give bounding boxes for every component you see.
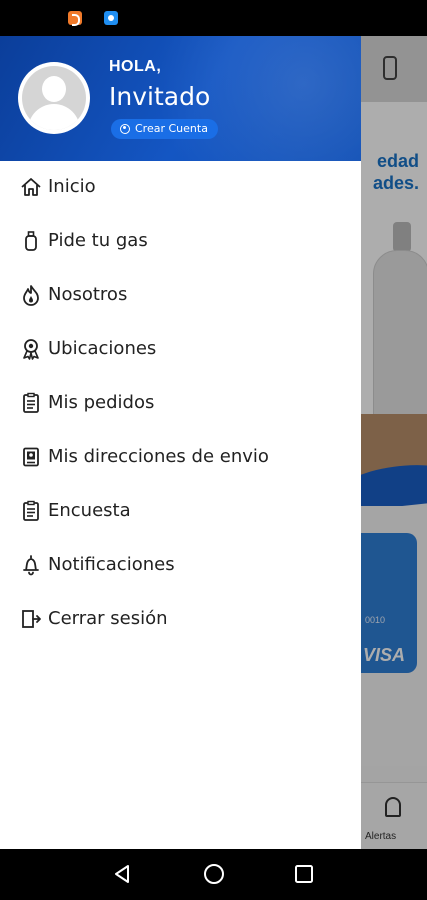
drawer-scrim[interactable]	[361, 36, 427, 849]
menu-item-label: Pide tu gas	[48, 230, 148, 251]
menu-item-label: Mis direcciones de envio	[48, 446, 269, 467]
bell-icon	[20, 554, 42, 576]
status-bar	[0, 0, 427, 36]
menu-item-cerrar-sesion[interactable]: Cerrar sesión	[0, 596, 361, 642]
create-account-label: Crear Cuenta	[135, 122, 208, 135]
location-badge-icon	[20, 338, 42, 360]
menu-item-nosotros[interactable]: Nosotros	[0, 272, 361, 318]
menu-item-label: Ubicaciones	[48, 338, 157, 359]
app-notification-icon	[68, 11, 82, 26]
navigation-drawer: HOLA, Invitado Crear Cuenta Inicio Pide …	[0, 36, 361, 849]
avatar[interactable]	[18, 62, 90, 134]
gas-cylinder-icon	[20, 230, 42, 252]
user-name: Invitado	[109, 82, 211, 111]
create-account-button[interactable]: Crear Cuenta	[111, 119, 218, 139]
menu-item-mis-direcciones-de-envio[interactable]: Mis direcciones de envio	[0, 434, 361, 480]
home-icon	[20, 176, 42, 198]
menu-item-inicio[interactable]: Inicio	[0, 164, 361, 210]
system-navigation-bar	[0, 849, 427, 900]
menu-item-notificaciones[interactable]: Notificaciones	[0, 542, 361, 588]
avatar-placeholder	[22, 66, 86, 130]
home-circle-icon[interactable]	[202, 862, 226, 886]
survey-icon	[20, 500, 42, 522]
logout-icon	[20, 608, 42, 630]
recents-icon[interactable]	[292, 862, 316, 886]
menu-item-label: Inicio	[48, 176, 96, 197]
menu-item-label: Notificaciones	[48, 554, 175, 575]
menu-item-label: Encuesta	[48, 500, 131, 521]
greeting: HOLA,	[109, 58, 162, 75]
menu-item-pide-tu-gas[interactable]: Pide tu gas	[0, 218, 361, 264]
user-circle-icon	[120, 124, 130, 134]
avatar-head	[42, 76, 66, 102]
menu-item-label: Nosotros	[48, 284, 128, 305]
address-book-icon	[20, 446, 42, 468]
back-icon[interactable]	[110, 862, 134, 886]
clipboard-icon	[20, 392, 42, 414]
menu-item-label: Cerrar sesión	[48, 608, 168, 629]
flame-icon	[20, 284, 42, 306]
menu-item-label: Mis pedidos	[48, 392, 155, 413]
avatar-body	[28, 104, 80, 130]
app-notification-icon	[104, 11, 118, 25]
drawer-header: HOLA, Invitado Crear Cuenta	[0, 36, 361, 161]
menu-item-mis-pedidos[interactable]: Mis pedidos	[0, 380, 361, 426]
menu-item-encuesta[interactable]: Encuesta	[0, 488, 361, 534]
menu-item-ubicaciones[interactable]: Ubicaciones	[0, 326, 361, 372]
